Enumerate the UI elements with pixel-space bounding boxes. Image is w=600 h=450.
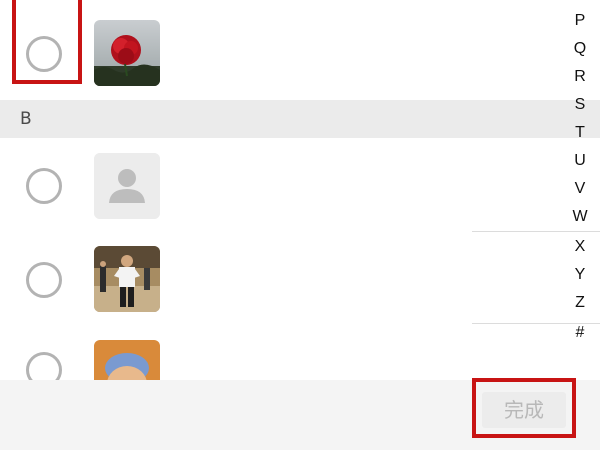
contact-row[interactable] xyxy=(0,140,472,232)
default-person-icon xyxy=(94,153,160,219)
index-letter-y[interactable]: Y xyxy=(570,266,590,284)
index-letter-x[interactable]: X xyxy=(570,238,590,256)
person-photo-icon xyxy=(94,246,160,312)
select-radio[interactable] xyxy=(26,36,62,72)
done-button[interactable]: 完成 xyxy=(482,392,566,428)
select-radio[interactable] xyxy=(26,262,62,298)
index-letter-u[interactable]: U xyxy=(570,152,590,170)
index-letter-t[interactable]: T xyxy=(570,124,590,142)
index-letter-p[interactable]: P xyxy=(570,12,590,30)
index-letter-hash[interactable]: # xyxy=(570,324,590,342)
index-letter-w[interactable]: W xyxy=(570,208,590,226)
select-radio[interactable] xyxy=(26,168,62,204)
contact-row[interactable] xyxy=(0,234,472,326)
index-letter-z[interactable]: Z xyxy=(570,294,590,312)
section-letter: B xyxy=(20,109,32,129)
index-letter-s[interactable]: S xyxy=(570,96,590,114)
index-letter-q[interactable]: Q xyxy=(570,40,590,58)
index-letter-v[interactable]: V xyxy=(570,180,590,198)
rose-photo-icon xyxy=(94,20,160,86)
contact-row[interactable] xyxy=(0,10,472,102)
index-divider xyxy=(472,231,600,232)
index-letter-r[interactable]: R xyxy=(570,68,590,86)
